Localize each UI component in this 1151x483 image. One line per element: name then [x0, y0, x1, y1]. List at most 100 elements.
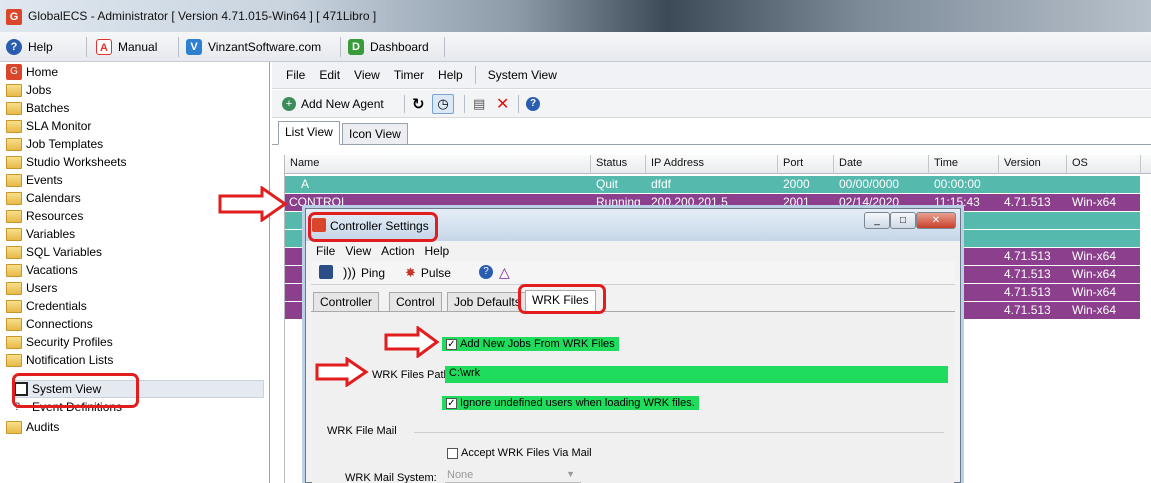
grid-header: Name Status IP Address Port Date Time Ve…: [285, 155, 1151, 174]
help-icon[interactable]: ?: [479, 265, 493, 279]
ping-icon: ))): [343, 265, 356, 280]
website-button[interactable]: V VinzantSoftware.com: [182, 36, 325, 58]
annotation-highlight-system-view: [12, 373, 139, 408]
maximize-button[interactable]: □: [890, 212, 916, 229]
nav-item-calendars[interactable]: Calendars: [6, 189, 81, 207]
tab-control[interactable]: Control: [389, 292, 442, 312]
app-logo-icon: G: [6, 9, 22, 25]
dialog-menu-action[interactable]: Action: [376, 244, 419, 258]
checkbox-checked-icon: ✓: [446, 397, 457, 409]
dialog-menu-file[interactable]: File: [311, 244, 340, 258]
tab-controller[interactable]: Controller: [313, 292, 380, 312]
pulse-icon: ✸: [405, 265, 416, 280]
main-toolbar: + Add New Agent ↻ ◷ ▤ ✕ ?: [272, 90, 1151, 118]
add-new-jobs-checkbox[interactable]: ✓ Add New Jobs From WRK Files: [442, 337, 619, 351]
menu-system-view[interactable]: System View: [481, 68, 564, 82]
accept-wrk-mail-checkbox[interactable]: Accept WRK Files Via Mail: [447, 447, 592, 459]
column-header-name[interactable]: Name: [290, 157, 319, 169]
tab-list-view[interactable]: List View: [278, 121, 340, 145]
nav-item-audits[interactable]: Audits: [6, 418, 59, 436]
add-new-agent-button[interactable]: + Add New Agent: [282, 95, 384, 113]
timer-icon[interactable]: ◷: [432, 94, 454, 114]
checkbox-unchecked-icon: [447, 447, 458, 459]
folder-icon: [6, 173, 22, 187]
tab-job-defaults[interactable]: Job Defaults: [447, 292, 528, 312]
pulse-button[interactable]: ✸ Pulse: [405, 265, 451, 281]
nav-item-studio-worksheets[interactable]: Studio Worksheets: [6, 153, 127, 171]
dialog-menu-view[interactable]: View: [340, 244, 376, 258]
nav-item-jobs[interactable]: Jobs: [6, 81, 51, 99]
folder-icon: [6, 227, 22, 241]
folder-icon: [6, 245, 22, 259]
wrk-files-path-input[interactable]: C:\wrk: [445, 366, 948, 383]
nav-item-sla-monitor[interactable]: SLA Monitor: [6, 117, 91, 135]
folder-icon: [6, 317, 22, 331]
folder-icon: [6, 191, 22, 205]
delete-icon[interactable]: ✕: [496, 95, 509, 113]
help-button[interactable]: ? Help: [2, 36, 57, 58]
folder-icon: [6, 353, 22, 367]
column-header-ip[interactable]: IP Address: [651, 157, 704, 169]
nav-item-vacations[interactable]: Vacations: [6, 261, 78, 279]
menu-timer[interactable]: Timer: [387, 68, 431, 82]
wrk-mail-system-select[interactable]: None ▼: [445, 469, 581, 483]
tab-icon-view[interactable]: Icon View: [342, 123, 408, 145]
folder-icon: [6, 137, 22, 151]
wrk-file-mail-section-label: WRK File Mail: [327, 425, 397, 437]
save-icon[interactable]: [319, 265, 333, 279]
properties-icon[interactable]: ▤: [473, 95, 485, 113]
folder-icon: [6, 299, 22, 313]
folder-icon: [6, 101, 22, 115]
folder-icon: [6, 155, 22, 169]
nav-item-resources[interactable]: Resources: [6, 207, 83, 225]
annotation-arrow-control: [218, 186, 288, 222]
vinzant-logo-icon: V: [186, 39, 202, 55]
annotation-arrow-wrk-path: [315, 357, 369, 387]
nav-item-credentials[interactable]: Credentials: [6, 297, 87, 315]
nav-item-security-profiles[interactable]: Security Profiles: [6, 333, 113, 351]
manual-button[interactable]: A Manual: [92, 36, 161, 58]
wrk-mail-system-label: WRK Mail System:: [345, 472, 437, 483]
view-tabs: List View Icon View: [272, 119, 1151, 145]
folder-icon: [6, 263, 22, 277]
main-menu-bar: File Edit View Timer Help System View: [272, 62, 1151, 89]
nav-item-job-templates[interactable]: Job Templates: [6, 135, 103, 153]
nav-item-users[interactable]: Users: [6, 279, 57, 297]
menu-edit[interactable]: Edit: [312, 68, 347, 82]
refresh-icon[interactable]: ↻: [412, 95, 425, 113]
triangle-icon[interactable]: △: [499, 264, 510, 281]
folder-icon: [6, 209, 22, 223]
column-header-port[interactable]: Port: [783, 157, 803, 169]
annotation-highlight-wrk-tab: [518, 284, 606, 314]
minimize-button[interactable]: _: [864, 212, 890, 229]
window-title-bar: G GlobalECS - Administrator [ Version 4.…: [0, 0, 1151, 32]
nav-item-batches[interactable]: Batches: [6, 99, 69, 117]
add-agent-icon: +: [282, 97, 296, 111]
column-header-date[interactable]: Date: [839, 157, 862, 169]
table-row[interactable]: A Quit dfdf 2000 00/00/0000 00:00:00: [285, 176, 1140, 193]
chevron-down-icon: ▼: [566, 469, 575, 479]
dialog-menu-help[interactable]: Help: [420, 244, 455, 258]
dashboard-button[interactable]: D Dashboard: [344, 36, 433, 58]
close-button[interactable]: ✕: [916, 212, 956, 229]
pdf-icon: A: [96, 39, 112, 55]
column-header-status[interactable]: Status: [596, 157, 627, 169]
ping-button[interactable]: ))) Ping: [343, 265, 385, 280]
nav-item-notification-lists[interactable]: Notification Lists: [6, 351, 113, 369]
annotation-arrow-add-jobs: [384, 326, 440, 358]
menu-view[interactable]: View: [347, 68, 387, 82]
column-header-version[interactable]: Version: [1004, 157, 1041, 169]
nav-item-home[interactable]: G Home: [6, 63, 58, 81]
column-header-time[interactable]: Time: [934, 157, 958, 169]
nav-item-connections[interactable]: Connections: [6, 315, 93, 333]
folder-icon: [6, 420, 22, 434]
help-icon[interactable]: ?: [526, 95, 540, 113]
nav-item-events[interactable]: Events: [6, 171, 63, 189]
checkbox-checked-icon: ✓: [446, 338, 457, 350]
nav-item-sql-variables[interactable]: SQL Variables: [6, 243, 102, 261]
column-header-os[interactable]: OS: [1072, 157, 1088, 169]
menu-help[interactable]: Help: [431, 68, 470, 82]
menu-file[interactable]: File: [272, 68, 312, 82]
ignore-undefined-users-checkbox[interactable]: ✓ Ignore undefined users when loading WRK…: [442, 396, 699, 410]
nav-item-variables[interactable]: Variables: [6, 225, 75, 243]
